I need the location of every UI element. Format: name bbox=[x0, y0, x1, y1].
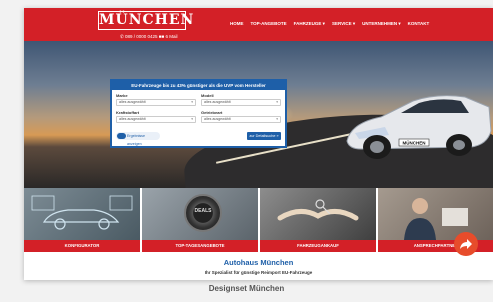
dealer-tagline: Ihr Spezialist für günstige Reimport EU-… bbox=[204, 270, 313, 275]
model-label: Modell bbox=[201, 93, 214, 98]
main-nav: HOME TOP-ANGEBOTE FAHRZEUGE ▾ SERVICE ▾ … bbox=[230, 21, 429, 27]
nav-item-top-angebote[interactable]: TOP-ANGEBOTE bbox=[251, 21, 287, 27]
model-select-value: alles ausgewählt bbox=[204, 100, 231, 104]
detail-search-button[interactable]: zur Detailsuche » bbox=[247, 132, 281, 140]
make-select-value: alles ausgewählt bbox=[119, 100, 146, 104]
tile-fahrzeugankauf[interactable]: FAHRZEUGANKAUF bbox=[260, 188, 376, 252]
chevron-down-icon: ▾ bbox=[191, 117, 193, 121]
website-preview: MÜNCHEN ✆ 089 / 0000 0425 ■■ 6 Mail HOME… bbox=[24, 8, 493, 280]
handshake-key-icon bbox=[277, 199, 359, 221]
toggle-label: Ergebnisse anzeigen bbox=[127, 134, 145, 146]
share-button[interactable] bbox=[454, 232, 478, 256]
nav-item-home[interactable]: HOME bbox=[230, 21, 244, 27]
license-plate-text: MÜNCHEN bbox=[403, 140, 426, 146]
contact-info: ✆ 089 / 0000 0425 ■■ 6 Mail bbox=[120, 34, 178, 39]
deals-button-image: DEALS bbox=[184, 194, 222, 232]
service-tiles: KONFIGURATOR DEALS TOP-TAGESANGEBOTE FAH… bbox=[24, 188, 493, 252]
tile-caption: FAHRZEUGANKAUF bbox=[260, 240, 376, 252]
fuel-label: Kraftstoffart bbox=[116, 110, 140, 115]
preview-caption: Designset München bbox=[208, 284, 285, 293]
site-header: MÜNCHEN ✆ 089 / 0000 0425 ■■ 6 Mail HOME… bbox=[24, 8, 493, 41]
nav-item-service[interactable]: SERVICE ▾ bbox=[332, 21, 355, 27]
share-icon bbox=[460, 239, 472, 249]
tile-konfigurator[interactable]: KONFIGURATOR bbox=[24, 188, 140, 252]
make-label: Marke bbox=[116, 93, 128, 98]
make-select[interactable]: alles ausgewählt ▾ bbox=[116, 99, 196, 106]
car-outline-icon bbox=[31, 195, 133, 230]
hero-banner: MÜNCHEN EU-Fahrzeuge bis zu 43% günstige… bbox=[24, 41, 493, 188]
gearbox-select[interactable]: alles ausgewählt ▾ bbox=[201, 116, 281, 123]
car-image: MÜNCHEN bbox=[346, 95, 492, 159]
form-title: EU-Fahrzeuge bis zu 43% günstiger als di… bbox=[112, 81, 285, 90]
configurator-image bbox=[24, 188, 140, 240]
tile-caption: KONFIGURATOR bbox=[24, 240, 140, 252]
chevron-down-icon: ▾ bbox=[276, 117, 278, 121]
nav-item-fahrzeuge[interactable]: FAHRZEUGE ▾ bbox=[294, 21, 325, 27]
fuel-select[interactable]: alles ausgewählt ▾ bbox=[116, 116, 196, 123]
fuel-select-value: alles ausgewählt bbox=[119, 117, 146, 121]
contact-person-image bbox=[378, 188, 493, 240]
vehicle-search-form: EU-Fahrzeuge bis zu 43% günstiger als di… bbox=[110, 79, 287, 148]
model-select[interactable]: alles ausgewählt ▾ bbox=[201, 99, 281, 106]
logo[interactable]: MÜNCHEN bbox=[98, 11, 195, 33]
purchase-image bbox=[260, 188, 376, 240]
chevron-down-icon: ▾ bbox=[191, 100, 193, 104]
gearbox-label: Getriebeart bbox=[201, 110, 223, 115]
tile-caption: TOP-TAGESANGEBOTE bbox=[142, 240, 258, 252]
toggle-knob bbox=[117, 133, 126, 139]
nav-item-unternehmen[interactable]: UNTERNEHMEN ▾ bbox=[362, 21, 401, 27]
nav-item-kontakt[interactable]: KONTAKT bbox=[408, 21, 430, 27]
deals-image: DEALS bbox=[142, 188, 258, 240]
chevron-down-icon: ▾ bbox=[276, 100, 278, 104]
logo-text: MÜNCHEN bbox=[98, 11, 195, 30]
tile-top-tagesangebote[interactable]: DEALS TOP-TAGESANGEBOTE bbox=[142, 188, 258, 252]
results-toggle[interactable]: Ergebnisse anzeigen bbox=[116, 132, 160, 146]
person-icon bbox=[404, 198, 468, 240]
dealer-name: Autohaus München bbox=[223, 258, 294, 267]
gearbox-select-value: alles ausgewählt bbox=[204, 117, 231, 121]
